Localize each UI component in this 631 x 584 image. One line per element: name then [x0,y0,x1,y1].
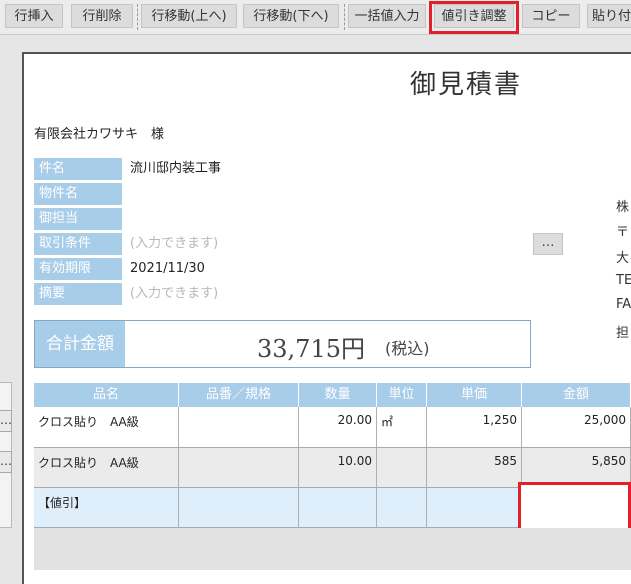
company-line: 〒 [616,225,630,240]
cell-price[interactable] [427,488,522,527]
field-label-terms: 取引条件 [34,233,122,255]
cell-spec[interactable] [179,488,299,527]
total-amount: 33,715円 [257,335,365,363]
document-title: 御見積書 [410,70,523,100]
delete-row-button[interactable]: 行削除 [71,4,133,28]
field-label-expiry: 有効期限 [34,258,122,280]
field-value-terms[interactable]: (入力できます) [130,233,218,255]
paste-button[interactable]: 貼り付け [587,4,631,28]
toolbar-separator [137,4,138,30]
toolbar-separator [344,4,345,30]
cell-price[interactable]: 1,250 [427,407,522,447]
field-label-subject: 件名 [34,158,122,180]
field-label-contact: 御担当 [34,208,122,230]
cell-spec[interactable] [179,407,299,447]
column-header-unit: 単位 [377,383,427,407]
company-line: 担 [616,326,630,341]
field-label-property: 物件名 [34,183,122,205]
total-amount-box: 合計金額 33,715円 (税込) [34,320,531,368]
column-header-qty: 数量 [299,383,377,407]
company-line: FA [616,297,631,312]
company-line: 株 [616,200,630,215]
cell-qty[interactable] [299,488,377,527]
copy-button[interactable]: コピー [522,4,580,28]
toolbar: 行挿入 行削除 行移動(上へ) 行移動(下へ) 一括値入力 値引き調整 コピー … [0,0,631,35]
cell-unit[interactable] [377,448,427,487]
table-empty-area [34,528,631,570]
company-line: 大 [616,251,630,266]
column-header-spec: 品番／規格 [179,383,299,407]
field-value-expiry[interactable]: 2021/11/30 [130,258,205,280]
field-value-subject[interactable]: 流川邸内装工事 [130,158,221,180]
cell-price[interactable]: 585 [427,448,522,487]
cell-unit[interactable] [377,488,427,527]
cell-qty[interactable]: 10.00 [299,448,377,487]
table-row: クロス貼り AA級 20.00 ㎡ 1,250 25,000 [34,407,631,448]
cell-qty[interactable]: 20.00 [299,407,377,447]
bulk-input-button[interactable]: 一括値入力 [348,4,426,28]
client-name[interactable]: 有限会社カワサキ 様 [34,123,164,142]
cell-unit[interactable]: ㎡ [377,407,427,447]
column-header-amount: 金額 [522,383,631,407]
field-label-summary: 摘要 [34,283,122,305]
total-label: 合計金額 [35,321,125,367]
row-menu-button[interactable]: … [0,451,12,473]
highlight-box [429,1,519,34]
cell-name[interactable]: 【値引】 [34,488,179,527]
cell-spec[interactable] [179,448,299,487]
discount-amount-input[interactable] [518,482,631,532]
cell-name[interactable]: クロス貼り AA級 [34,448,179,487]
field-value-summary[interactable]: (入力できます) [130,283,218,305]
insert-row-button[interactable]: 行挿入 [5,4,63,28]
column-header-price: 単価 [427,383,522,407]
move-row-up-button[interactable]: 行移動(上へ) [141,4,237,28]
column-header-name: 品名 [34,383,179,407]
move-row-down-button[interactable]: 行移動(下へ) [243,4,339,28]
cell-amount: 25,000 [522,407,631,447]
row-menu-button[interactable]: … [0,410,12,432]
total-tax-note: (税込) [385,339,430,358]
company-line: TE [616,273,631,288]
cell-name[interactable]: クロス貼り AA級 [34,407,179,447]
company-select-button[interactable]: … [533,233,563,255]
